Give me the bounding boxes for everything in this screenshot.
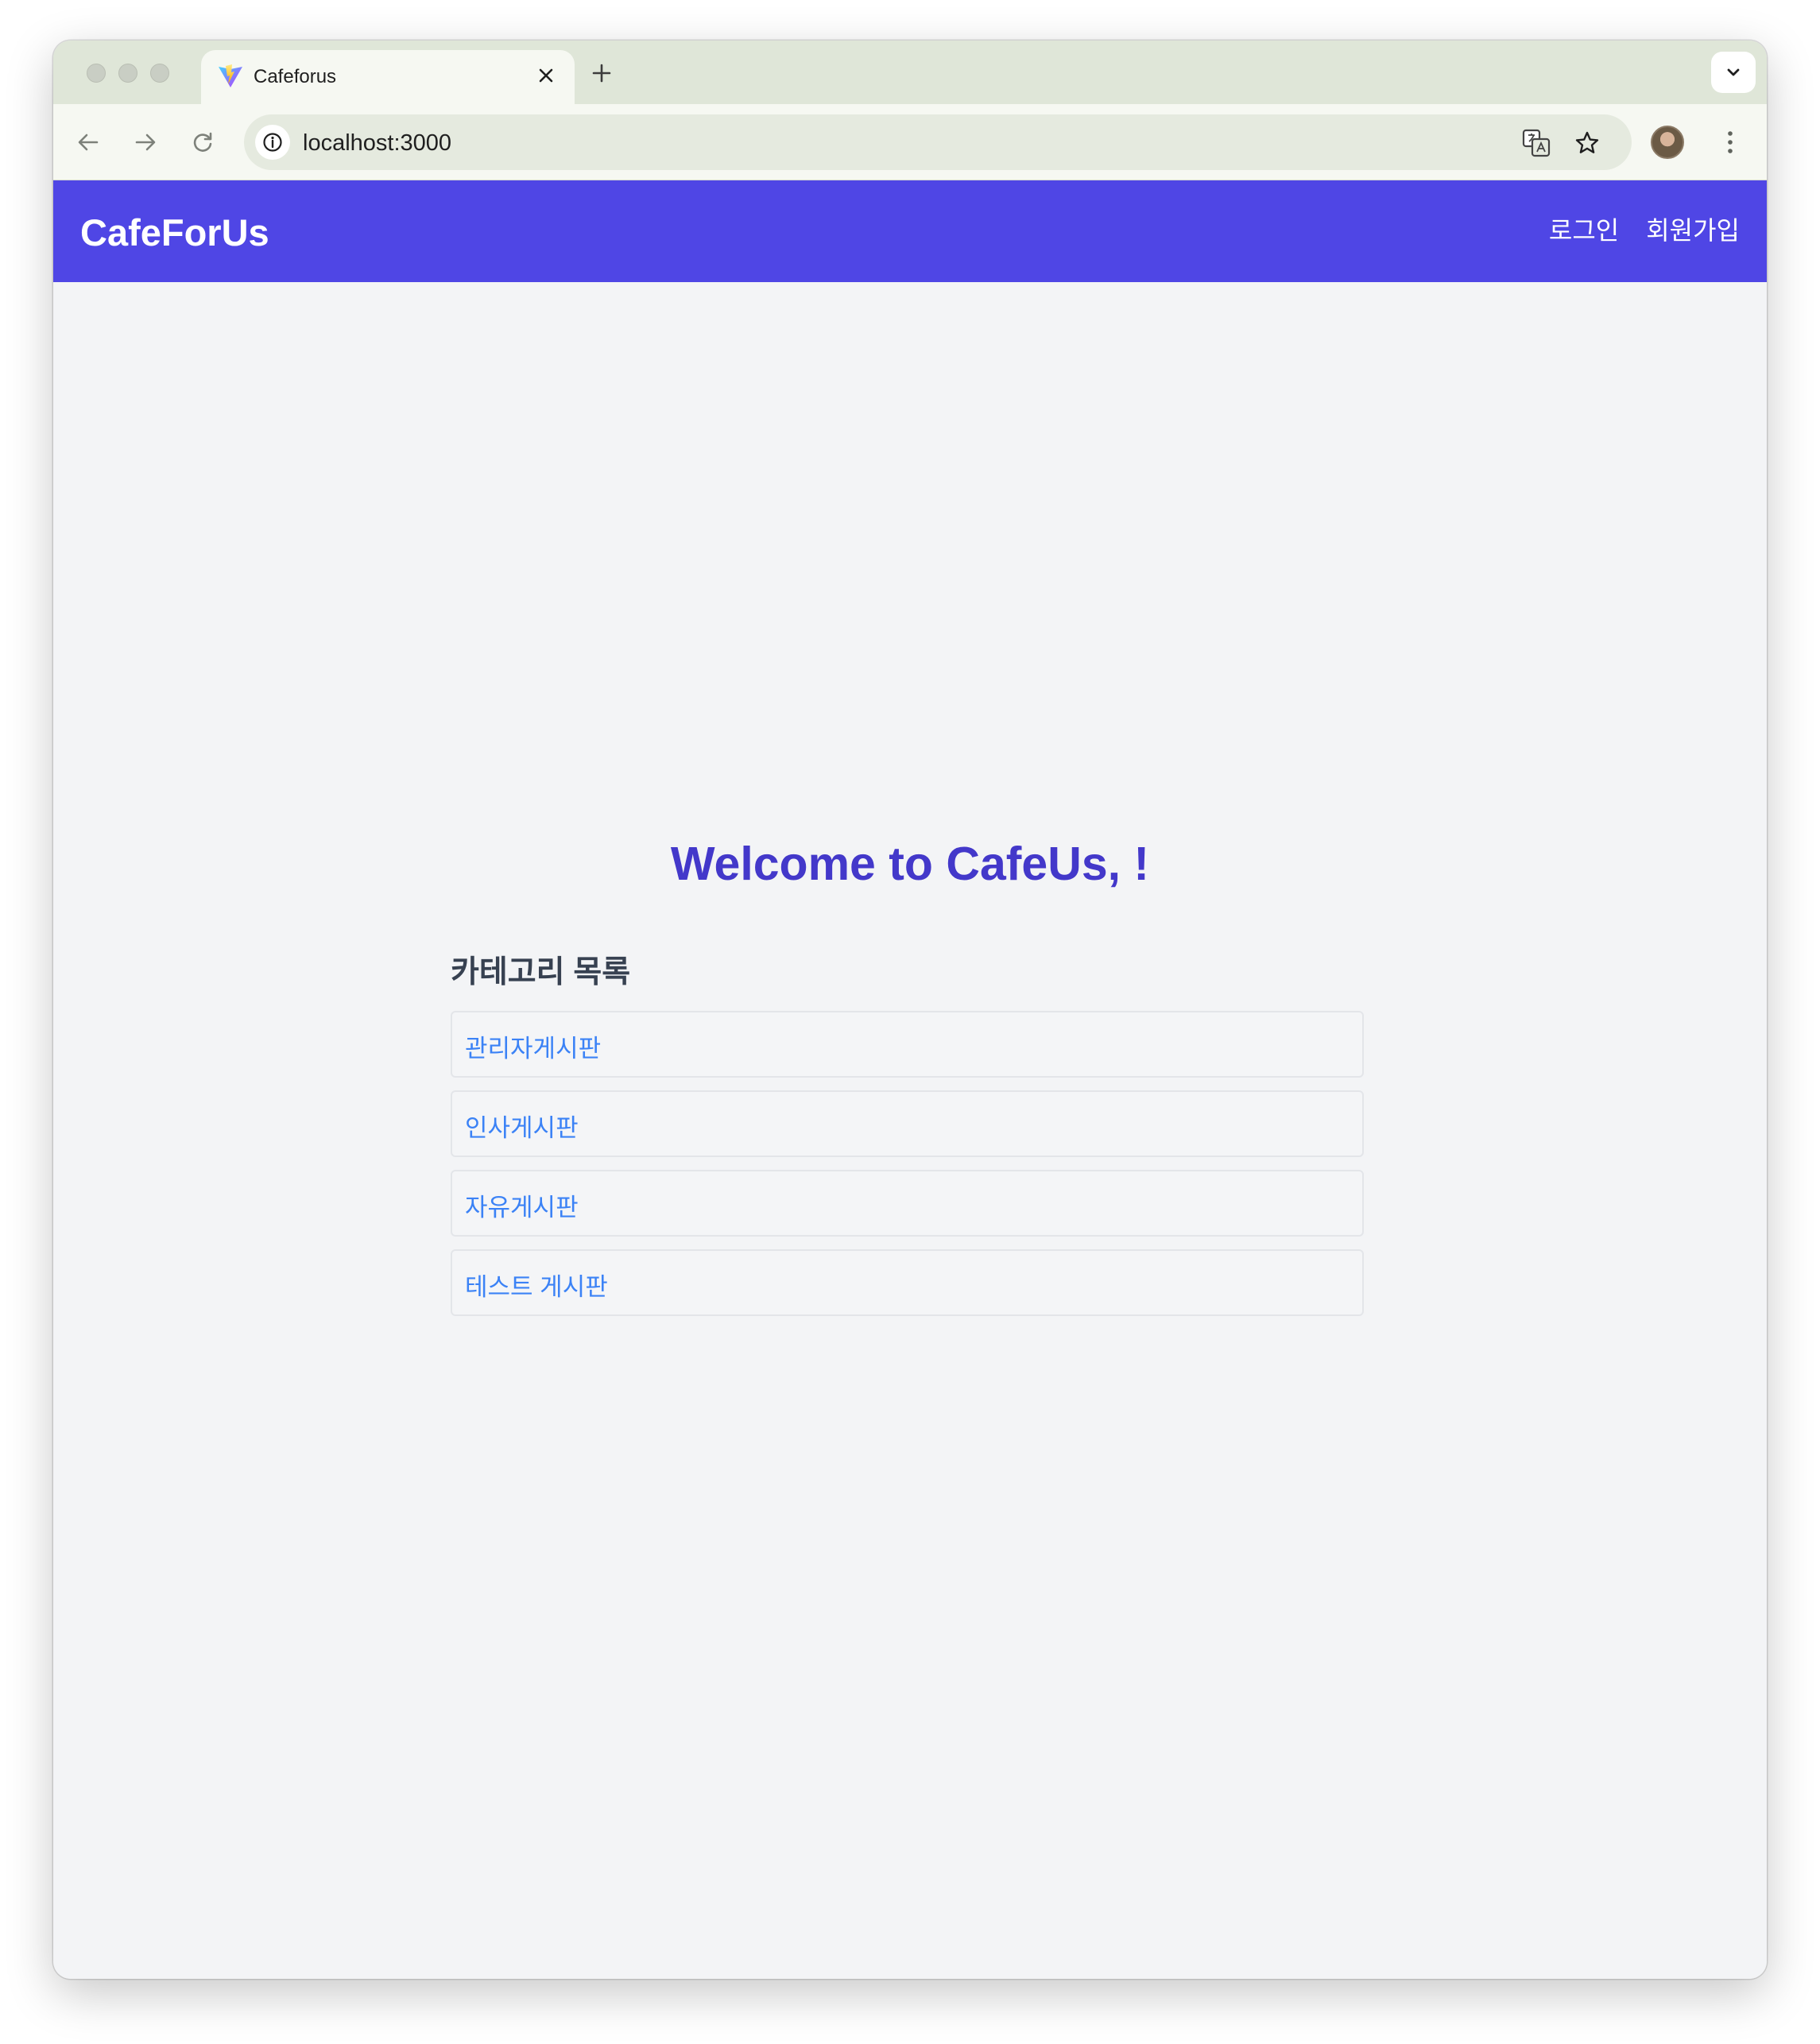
brand-logo-link[interactable]: CafeForUs: [80, 211, 269, 254]
welcome-heading: Welcome to CafeUs, !: [670, 838, 1150, 890]
category-list: 관리자게시판 인사게시판 자유게시판 테스트 게시판: [451, 1011, 1364, 1329]
forward-arrow-icon[interactable]: [126, 123, 165, 161]
translate-icon[interactable]: [1520, 127, 1552, 159]
chevron-down-icon[interactable]: [1711, 52, 1756, 93]
tab-strip: Cafeforus: [53, 41, 1767, 104]
category-item-greeting-board[interactable]: 인사게시판: [451, 1090, 1364, 1157]
close-window-dot[interactable]: [87, 64, 106, 83]
category-item-test-board[interactable]: 테스트 게시판: [451, 1249, 1364, 1316]
tab-title: Cafeforus: [254, 66, 337, 87]
browser-tab[interactable]: Cafeforus: [201, 50, 575, 104]
zoom-window-dot[interactable]: [150, 64, 169, 83]
star-icon[interactable]: [1571, 127, 1603, 159]
vite-favicon-icon: [217, 63, 244, 90]
url-text[interactable]: localhost:3000: [303, 130, 451, 157]
header-nav: 로그인 회원가입: [1549, 211, 1740, 247]
plus-icon[interactable]: [587, 59, 616, 87]
main-content: Welcome to CafeUs, ! 카테고리 목록 관리자게시판 인사게시…: [53, 282, 1767, 1979]
login-link[interactable]: 로그인: [1549, 211, 1619, 247]
info-icon[interactable]: [255, 125, 290, 160]
category-heading: 카테고리 목록: [451, 955, 631, 989]
address-bar[interactable]: localhost:3000: [244, 114, 1632, 170]
avatar[interactable]: [1651, 126, 1684, 159]
minimize-window-dot[interactable]: [118, 64, 137, 83]
category-item-free-board[interactable]: 자유게시판: [451, 1170, 1364, 1237]
close-icon[interactable]: [532, 61, 560, 90]
browser-toolbar: localhost:3000: [53, 104, 1767, 180]
category-item-admin-board[interactable]: 관리자게시판: [451, 1011, 1364, 1078]
back-arrow-icon[interactable]: [69, 123, 107, 161]
browser-window: Cafeforus localhost:3000 CafeForUs 로그인 회…: [53, 41, 1767, 1979]
reload-icon[interactable]: [184, 123, 222, 161]
kebab-menu-icon[interactable]: [1714, 123, 1746, 161]
signup-link[interactable]: 회원가입: [1646, 211, 1740, 247]
app-header: CafeForUs 로그인 회원가입: [53, 180, 1767, 282]
